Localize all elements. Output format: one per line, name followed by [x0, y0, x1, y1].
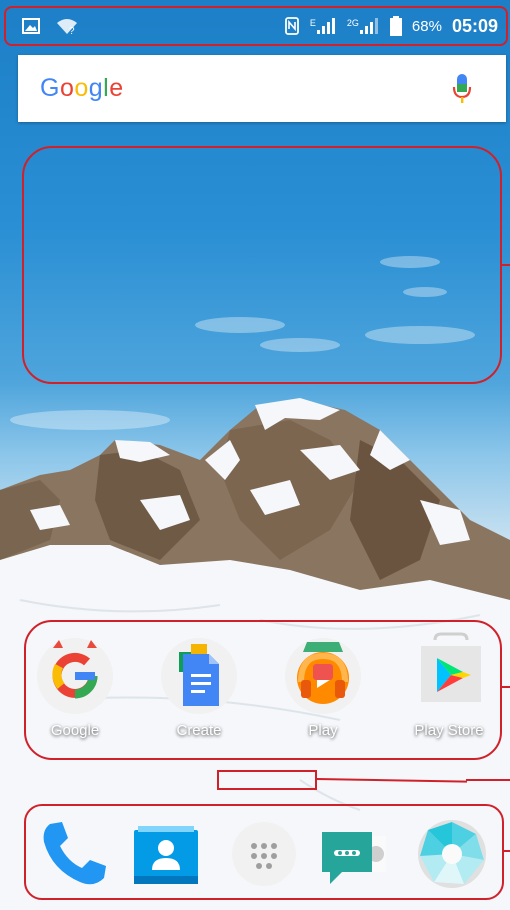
nfc-icon — [284, 17, 299, 35]
app-label: Create — [176, 722, 222, 739]
annotation-line — [504, 850, 510, 852]
home-screen: ? E 2G 68% 05:09 Google Google Create Pl… — [0, 0, 510, 910]
messages-icon[interactable] — [316, 816, 392, 892]
app-label: Play Store — [414, 722, 484, 739]
google-logo-letter: e — [109, 74, 124, 102]
signal-1-network-label: E — [309, 18, 316, 28]
contacts-icon[interactable] — [128, 816, 204, 892]
svg-text:?: ? — [69, 26, 75, 35]
app-google[interactable]: Google — [20, 632, 130, 739]
app-play-store[interactable]: Play Store — [394, 632, 504, 739]
status-bar: ? E 2G 68% 05:09 — [4, 6, 508, 46]
app-play[interactable]: Play — [268, 632, 378, 739]
signal-bars-icon — [359, 18, 378, 34]
phone-icon[interactable] — [34, 816, 110, 892]
google-search-bar[interactable]: Google — [18, 55, 506, 122]
mic-icon[interactable] — [452, 73, 472, 105]
play-music-icon[interactable] — [281, 632, 365, 716]
battery-percentage: 68% — [411, 17, 442, 35]
wifi-question-icon: ? — [57, 19, 77, 35]
google-logo-letter: o — [59, 74, 75, 102]
image-icon — [22, 18, 40, 34]
dock — [24, 804, 504, 900]
battery-icon — [389, 16, 402, 36]
app-label: Play — [308, 722, 338, 739]
signal-edge-icon: E — [310, 18, 337, 34]
signal-bars-icon — [316, 18, 335, 34]
signal-2g-icon: 2G — [347, 18, 380, 34]
play-store-icon[interactable] — [407, 632, 491, 716]
google-logo-letter: g — [88, 74, 104, 102]
annotation-line — [502, 264, 510, 266]
app-row: Google Create Play Play Store — [24, 620, 502, 760]
widget-area[interactable] — [22, 146, 502, 384]
google-icon[interactable] — [33, 632, 117, 716]
annotation-line — [502, 686, 510, 688]
page-indicator[interactable] — [217, 770, 317, 790]
google-logo-letter: G — [40, 74, 60, 102]
google-logo: Google — [18, 74, 124, 103]
annotation-line — [466, 779, 510, 781]
google-logo-letter: o — [74, 74, 89, 102]
signal-2-network-label: 2G — [346, 18, 359, 28]
app-drawer-icon[interactable] — [226, 816, 302, 892]
docs-create-icon[interactable] — [157, 632, 241, 716]
camera-icon[interactable] — [414, 816, 490, 892]
app-label: Google — [50, 722, 100, 739]
clock-time: 05:09 — [451, 15, 498, 36]
app-create[interactable]: Create — [144, 632, 254, 739]
